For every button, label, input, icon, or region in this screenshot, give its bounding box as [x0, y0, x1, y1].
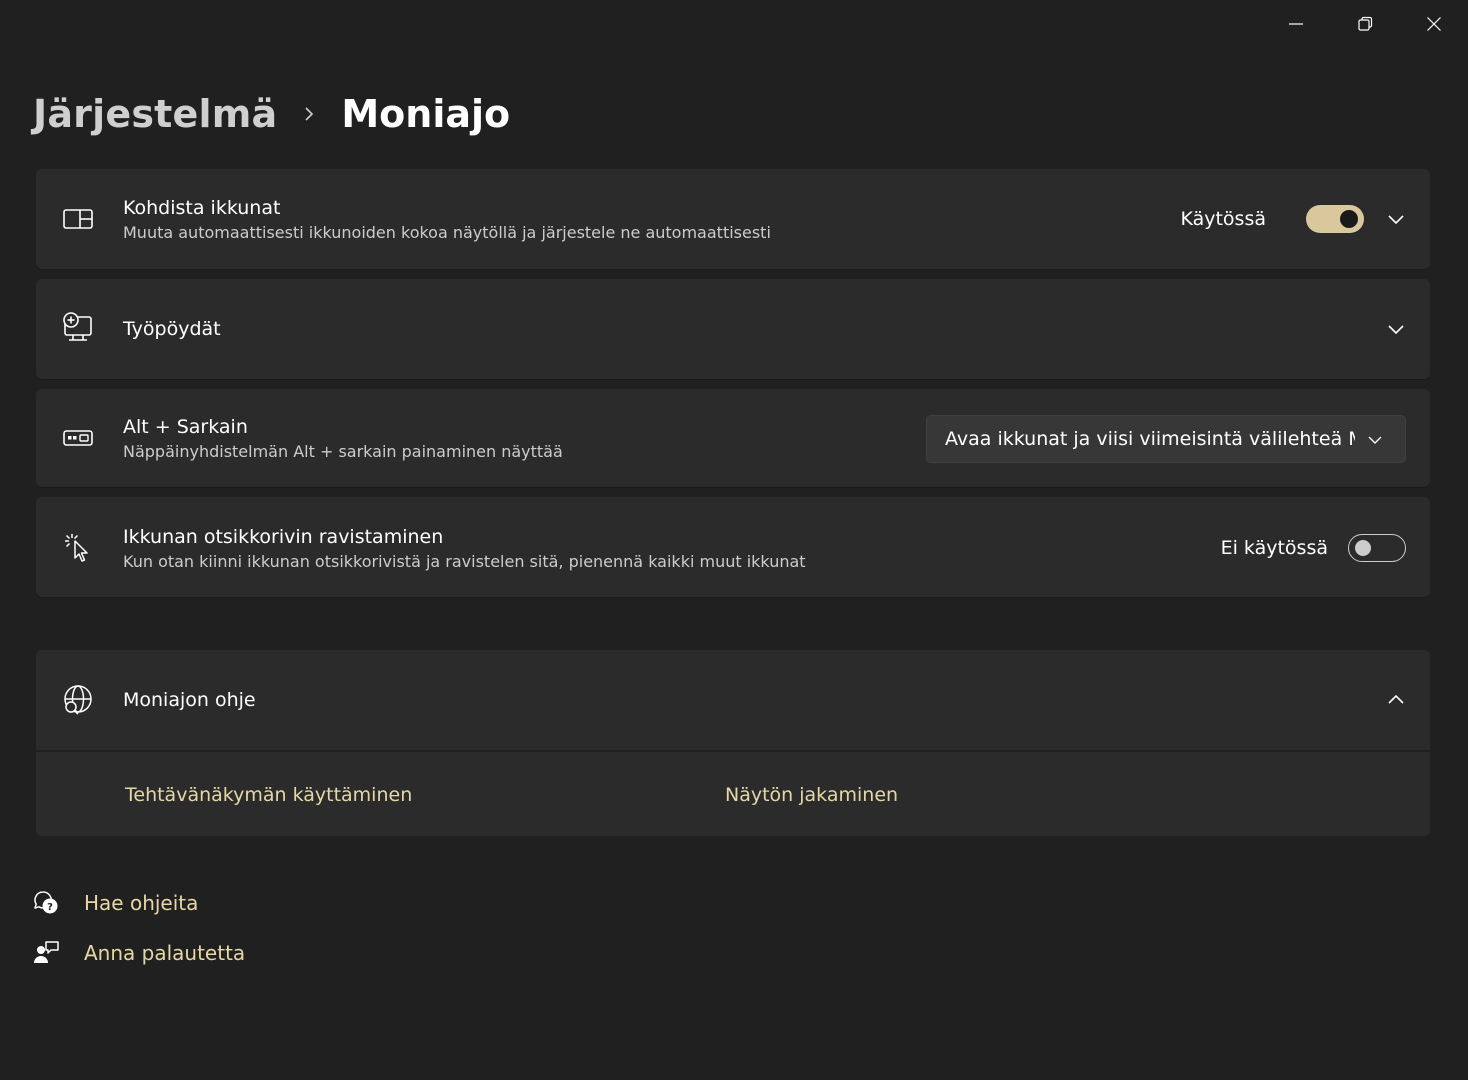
help-title: Moniajon ohje: [123, 689, 256, 711]
alt-tab-dropdown[interactable]: Avaa ikkunat ja viisi viimeisintä välile…: [926, 415, 1406, 463]
setting-description: Muuta automaattisesti ikkunoiden kokoa n…: [123, 223, 771, 242]
get-help-text: Hae ohjeita: [84, 891, 199, 915]
settings-window: Järjestelmä Moniajo Kohdista ikkunat Muu…: [0, 0, 1468, 1080]
setting-title: Ikkunan otsikkorivin ravistaminen: [123, 526, 444, 548]
expand-button[interactable]: [1386, 209, 1406, 229]
chevron-down-icon: [1368, 436, 1382, 444]
desktops-icon: [62, 312, 94, 344]
setting-snap-windows[interactable]: Kohdista ikkunat Muuta automaattisesti i…: [36, 169, 1430, 269]
get-help-link[interactable]: ? Hae ohjeita: [32, 889, 198, 917]
setting-description: Kun otan kiinni ikkunan otsikkorivistä j…: [123, 552, 806, 571]
setting-text: Työpöydät: [123, 317, 221, 341]
setting-text: Moniajon ohje: [123, 688, 256, 712]
help-section-header[interactable]: Moniajon ohje: [36, 650, 1430, 750]
expand-button[interactable]: [1386, 319, 1406, 339]
chevron-right-icon: [301, 106, 317, 122]
setting-title: Alt + Sarkain: [123, 416, 248, 438]
toggle-knob: [1340, 210, 1358, 228]
help-chat-icon: ?: [32, 889, 60, 917]
setting-text: Alt + Sarkain Näppäinyhdistelmän Alt + s…: [123, 415, 563, 463]
restore-icon: [1357, 16, 1372, 31]
setting-text: Ikkunan otsikkorivin ravistaminen Kun ot…: [123, 525, 806, 573]
breadcrumb-parent[interactable]: Järjestelmä: [33, 92, 277, 136]
minimize-icon: [1288, 23, 1303, 25]
page-title: Moniajo: [341, 92, 511, 136]
setting-title: Kohdista ikkunat: [123, 197, 281, 219]
collapse-button[interactable]: [1386, 690, 1406, 710]
chevron-down-icon: [1388, 215, 1404, 225]
give-feedback-text: Anna palautetta: [84, 941, 246, 965]
svg-text:?: ?: [47, 902, 53, 913]
setting-title-bar-shake: Ikkunan otsikkorivin ravistaminen Kun ot…: [36, 497, 1430, 597]
restore-button[interactable]: [1330, 0, 1399, 48]
help-link-split-screen[interactable]: Näytön jakaminen: [725, 784, 898, 806]
close-button[interactable]: [1399, 0, 1468, 48]
snap-windows-toggle[interactable]: [1306, 205, 1364, 233]
help-section-body: Tehtävänäkymän käyttäminen Näytön jakami…: [36, 752, 1430, 836]
toggle-state-label: Käytössä: [1180, 208, 1266, 230]
dropdown-selected-value: Avaa ikkunat ja viisi viimeisintä välile…: [945, 428, 1355, 450]
breadcrumb: Järjestelmä Moniajo: [33, 86, 510, 142]
setting-text: Kohdista ikkunat Muuta automaattisesti i…: [123, 196, 771, 244]
setting-desktops[interactable]: Työpöydät: [36, 279, 1430, 379]
web-search-icon: [62, 684, 94, 716]
chevron-down-icon: [1388, 325, 1404, 335]
close-icon: [1426, 17, 1441, 31]
minimize-button[interactable]: [1261, 0, 1330, 48]
snap-windows-icon: [62, 203, 94, 235]
setting-title: Työpöydät: [123, 318, 221, 340]
setting-description: Näppäinyhdistelmän Alt + sarkain painami…: [123, 442, 563, 461]
alt-tab-icon: [62, 422, 94, 454]
feedback-icon: [32, 939, 60, 967]
title-bar-shake-icon: [62, 531, 94, 563]
chevron-up-icon: [1388, 694, 1404, 704]
toggle-knob: [1355, 540, 1371, 556]
help-link-task-view[interactable]: Tehtävänäkymän käyttäminen: [125, 784, 412, 806]
setting-alt-tab: Alt + Sarkain Näppäinyhdistelmän Alt + s…: [36, 389, 1430, 487]
title-bar-shake-toggle[interactable]: [1348, 534, 1406, 562]
give-feedback-link[interactable]: Anna palautetta: [32, 939, 245, 967]
toggle-state-label: Ei käytössä: [1220, 537, 1328, 559]
caption-buttons: [1261, 0, 1468, 48]
